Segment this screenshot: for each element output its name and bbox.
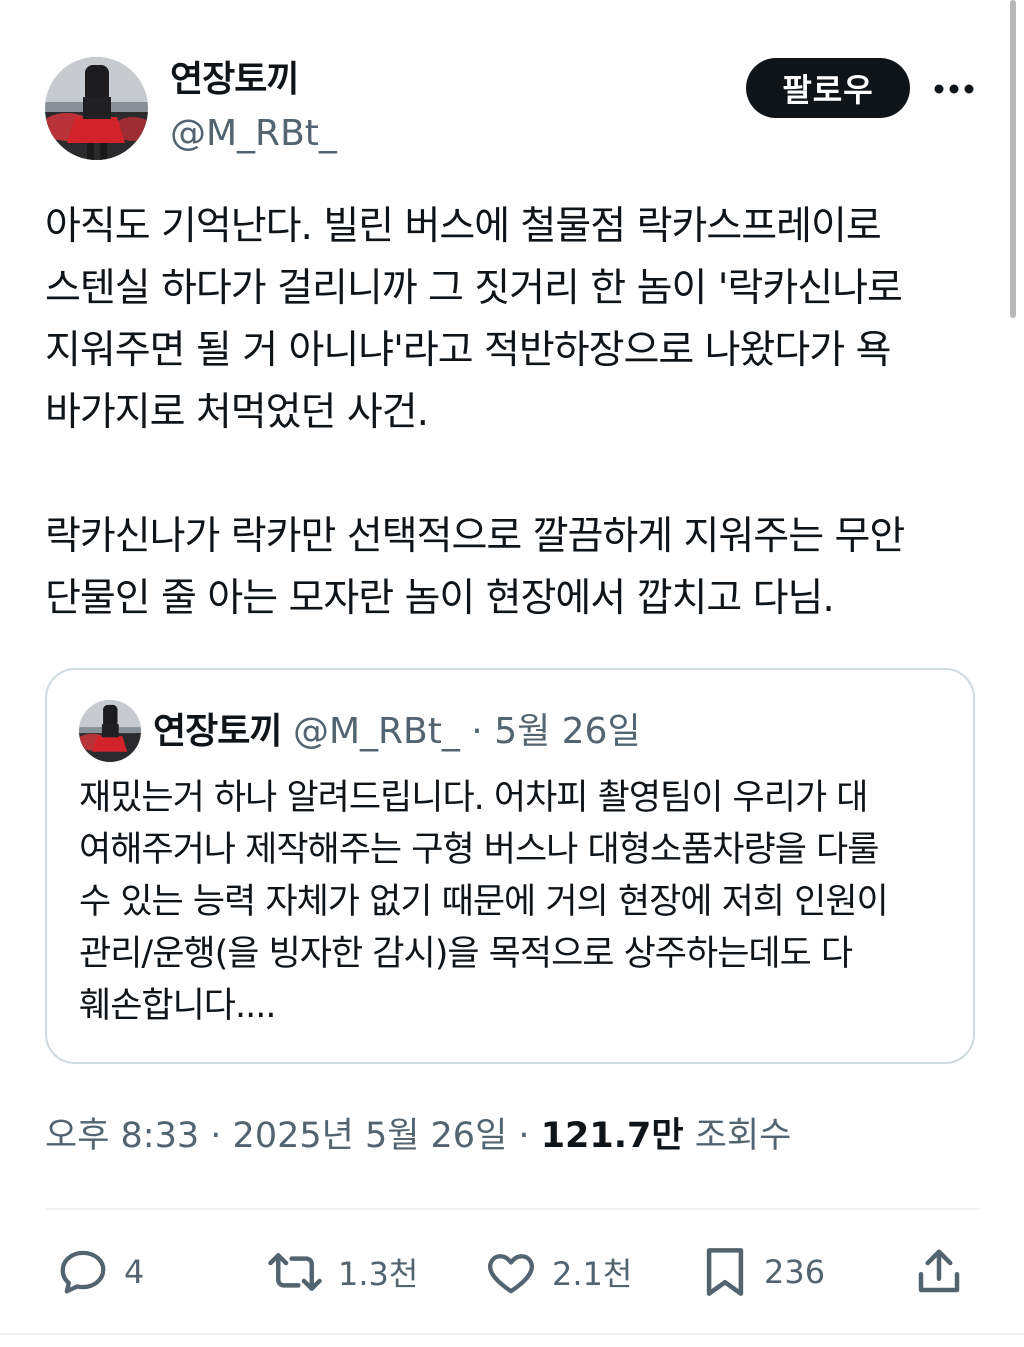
- quote-line: 관리/운행(을 빙자한 감시)을 목적으로 상주하는데도 다: [79, 934, 853, 974]
- quote-handle: @M_RBt_: [292, 711, 460, 752]
- heart-icon: [488, 1254, 534, 1294]
- tweet-time[interactable]: 오후 8:33: [45, 1116, 199, 1156]
- scrollbar[interactable]: [1010, 0, 1016, 318]
- views-count: 121.7만: [540, 1116, 684, 1156]
- author-display-name[interactable]: 연장토끼: [170, 58, 299, 102]
- tweet-date[interactable]: 2025년 5월 26일: [233, 1116, 508, 1156]
- meta-separator: ·: [518, 1116, 530, 1156]
- tweet-line: 지워주면 될 거 아니냐'라고 적반하장으로 나왔다가 욕: [45, 328, 891, 373]
- like-button[interactable]: 2.1천: [484, 1240, 632, 1304]
- meta-separator: ·: [210, 1116, 222, 1156]
- quote-date: 5월 26일: [494, 711, 641, 752]
- follow-button[interactable]: 팔로우: [746, 58, 910, 118]
- share-icon: [918, 1249, 960, 1293]
- divider: [0, 1333, 1024, 1335]
- more-horizontal-icon[interactable]: [932, 74, 976, 104]
- quote-line: 여해주거나 제작해주는 구형 버스나 대형소품차량을 다룰: [79, 830, 879, 870]
- tweet-line: 스텐실 하다가 걸리니까 그 짓거리 한 놈이 '락카신나로: [45, 266, 903, 311]
- tweet-line: 바가지로 처먹었던 사건.: [45, 390, 429, 435]
- quote-text: 재밌는거 하나 알려드립니다. 어차피 촬영팀이 우리가 대 여해주거나 제작해…: [79, 772, 959, 1032]
- tweet-line: 아직도 기억난다. 빌린 버스에 철물점 락카스프레이로: [45, 204, 882, 249]
- tweet-text: 아직도 기억난다. 빌린 버스에 철물점 락카스프레이로 스텐실 하다가 걸리니…: [45, 196, 990, 630]
- retweet-icon: [268, 1253, 322, 1291]
- bookmark-count: 236: [764, 1253, 826, 1291]
- retweet-count: 1.3천: [338, 1255, 419, 1293]
- author-handle[interactable]: @M_RBt_: [170, 112, 337, 156]
- divider: [45, 1208, 980, 1210]
- bookmark-icon: [706, 1248, 744, 1296]
- like-count: 2.1천: [552, 1255, 633, 1293]
- quote-separator: ·: [471, 711, 483, 752]
- quote-display-name: 연장토끼: [153, 711, 282, 752]
- views-label: 조회수: [694, 1116, 792, 1156]
- tweet-meta: 오후 8:33 · 2025년 5월 26일 · 121.7만 조회수: [45, 1112, 791, 1160]
- quote-line: 수 있는 능력 자체가 없기 때문에 거의 현장에 저희 인원이: [79, 882, 889, 922]
- share-button[interactable]: [914, 1240, 964, 1304]
- bookmark-button[interactable]: 236: [700, 1240, 825, 1304]
- reply-icon: [60, 1250, 106, 1294]
- reply-count: 4: [124, 1253, 145, 1291]
- avatar-image: [45, 57, 148, 160]
- quote-avatar: [79, 700, 141, 762]
- tweet-line: 단물인 줄 아는 모자란 놈이 현장에서 깝치고 다님.: [45, 576, 835, 621]
- tweet-line: 락카신나가 락카만 선택적으로 깔끔하게 지워주는 무안: [45, 514, 905, 559]
- quote-tweet-card[interactable]: 연장토끼 @M_RBt_ · 5월 26일 재밌는거 하나 알려드립니다. 어차…: [45, 668, 975, 1064]
- quote-line: 훼손합니다....: [79, 986, 277, 1026]
- reply-button[interactable]: 4: [56, 1240, 144, 1304]
- avatar[interactable]: [45, 57, 148, 160]
- quote-line: 재밌는거 하나 알려드립니다. 어차피 촬영팀이 우리가 대: [79, 778, 868, 818]
- quote-header: 연장토끼 @M_RBt_ · 5월 26일: [153, 710, 641, 754]
- retweet-button[interactable]: 1.3천: [266, 1240, 418, 1304]
